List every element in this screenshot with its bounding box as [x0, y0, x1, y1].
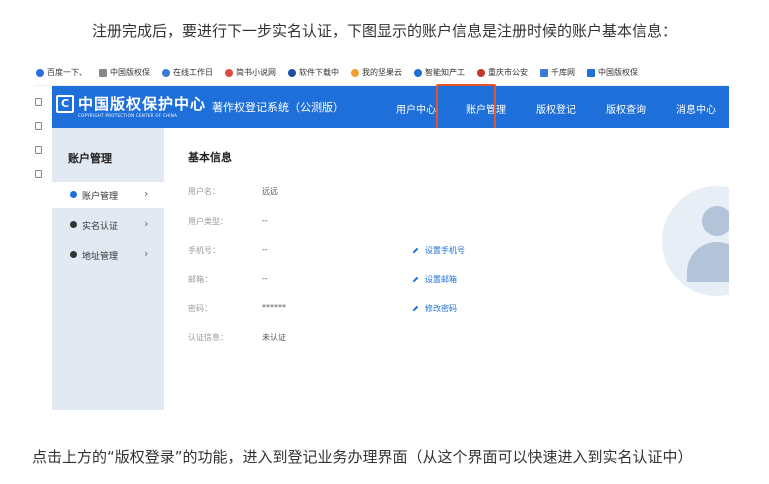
outro-text: 点击上方的“版权登录”的功能，进入到登记业务办理界面（从这个界面可以快速进入到实…: [32, 448, 693, 466]
pencil-icon: [412, 276, 419, 283]
browser-side-rail: [34, 86, 44, 410]
password-label: 密码：: [188, 304, 212, 313]
pencil-icon: [412, 305, 419, 312]
email-value: --: [262, 274, 268, 283]
sidebar-title: 账户管理: [68, 152, 112, 165]
sidebar-item-label: 实名认证: [82, 222, 119, 232]
location-pin-icon: [70, 251, 77, 258]
bookmark-item[interactable]: 软件下载中: [288, 67, 339, 78]
section-title: 基本信息: [188, 151, 232, 164]
main-content: 基本信息 用户名： 远远 用户类型： -- 手机号： -- 设置手机号 邮箱： …: [164, 128, 729, 410]
site-header: C 中国版权保护中心 COPYRIGHT PROTECTION CENTER O…: [52, 86, 729, 128]
nav-copyright-registration[interactable]: 版权登记: [536, 101, 576, 116]
gear-icon: [70, 221, 77, 228]
rail-icon[interactable]: [35, 146, 42, 154]
nav-message-center[interactable]: 消息中心: [676, 101, 716, 116]
nav-user-center[interactable]: 用户中心: [396, 101, 436, 116]
phone-value: --: [262, 245, 268, 254]
bookmark-item[interactable]: 智能知产工: [414, 67, 465, 78]
system-name: 著作权登记系统（公测版）: [212, 101, 344, 114]
rail-icon[interactable]: [35, 170, 42, 178]
chevron-right-icon: ›: [144, 217, 149, 230]
bookmark-item[interactable]: 我的坚果云: [351, 67, 402, 78]
logo-title: 中国版权保护中心: [78, 95, 207, 113]
sidebar-item-real-name[interactable]: 实名认证 ›: [52, 212, 164, 238]
rail-icon[interactable]: [35, 122, 42, 130]
chevron-right-icon: ›: [144, 187, 149, 200]
intro-text: 注册完成后，要进行下一步实名认证，下图显示的账户信息是注册时候的账户基本信息：: [91, 22, 677, 40]
user-icon: [70, 191, 77, 198]
verification-label: 认证信息：: [188, 333, 228, 342]
avatar-head-icon: [702, 206, 729, 236]
sidebar-item-label: 地址管理: [82, 252, 119, 262]
bookmark-item[interactable]: 千库网: [540, 67, 575, 78]
avatar-body-icon: [687, 242, 729, 282]
bookmark-icon: [36, 68, 44, 77]
bookmark-item[interactable]: 中国版权保: [99, 67, 150, 78]
bookmarks-bar: 百度一下、 中国版权保 在线工作日 简书小说网 软件下载中 我的坚果云 智能知产…: [34, 60, 729, 86]
bookmark-icon: [99, 68, 107, 77]
bookmark-icon: [414, 68, 422, 77]
bookmark-icon: [477, 68, 485, 77]
nav-copyright-query[interactable]: 版权查询: [606, 101, 646, 116]
logo-subtitle: COPYRIGHT PROTECTION CENTER OF CHINA: [78, 113, 178, 118]
bookmark-item[interactable]: 在线工作日: [162, 67, 213, 78]
sidebar-item-label: 账户管理: [82, 192, 119, 202]
user-type-value: --: [262, 216, 268, 225]
email-label: 邮箱：: [188, 275, 212, 284]
bookmark-icon: [225, 68, 233, 77]
copyright-logo-icon: C: [56, 95, 74, 113]
phone-label: 手机号：: [188, 246, 220, 255]
sidebar: 账户管理 账户管理 › 实名认证 › 地址管理 ›: [52, 128, 164, 410]
rail-icon[interactable]: [35, 98, 42, 106]
verification-value: 未认证: [262, 333, 286, 342]
bookmark-icon: [162, 68, 170, 77]
set-email-link[interactable]: 设置邮箱: [412, 274, 457, 285]
change-password-link[interactable]: 修改密码: [412, 303, 457, 314]
username-label: 用户名：: [188, 187, 220, 196]
pencil-icon: [412, 247, 419, 254]
bookmark-item[interactable]: 重庆市公安: [477, 67, 528, 78]
bookmark-item[interactable]: 百度一下、: [36, 67, 87, 78]
sidebar-item-account[interactable]: 账户管理 ›: [52, 182, 164, 208]
bookmark-icon: [540, 68, 548, 77]
bookmark-item[interactable]: 中国版权保: [587, 67, 638, 78]
user-type-label: 用户类型：: [188, 217, 228, 226]
bookmark-item[interactable]: 简书小说网: [225, 67, 276, 78]
avatar[interactable]: [662, 186, 729, 296]
password-value: ******: [262, 303, 286, 312]
site-logo[interactable]: C 中国版权保护中心 COPYRIGHT PROTECTION CENTER O…: [56, 93, 205, 121]
chevron-right-icon: ›: [144, 247, 149, 260]
sidebar-item-address[interactable]: 地址管理 ›: [52, 242, 164, 268]
bookmark-icon: [351, 68, 359, 77]
username-value: 远远: [262, 187, 278, 196]
bookmark-icon: [587, 68, 595, 77]
screenshot-frame: 百度一下、 中国版权保 在线工作日 简书小说网 软件下载中 我的坚果云 智能知产…: [34, 60, 729, 410]
set-phone-link[interactable]: 设置手机号: [412, 245, 465, 256]
bookmark-icon: [288, 68, 296, 77]
